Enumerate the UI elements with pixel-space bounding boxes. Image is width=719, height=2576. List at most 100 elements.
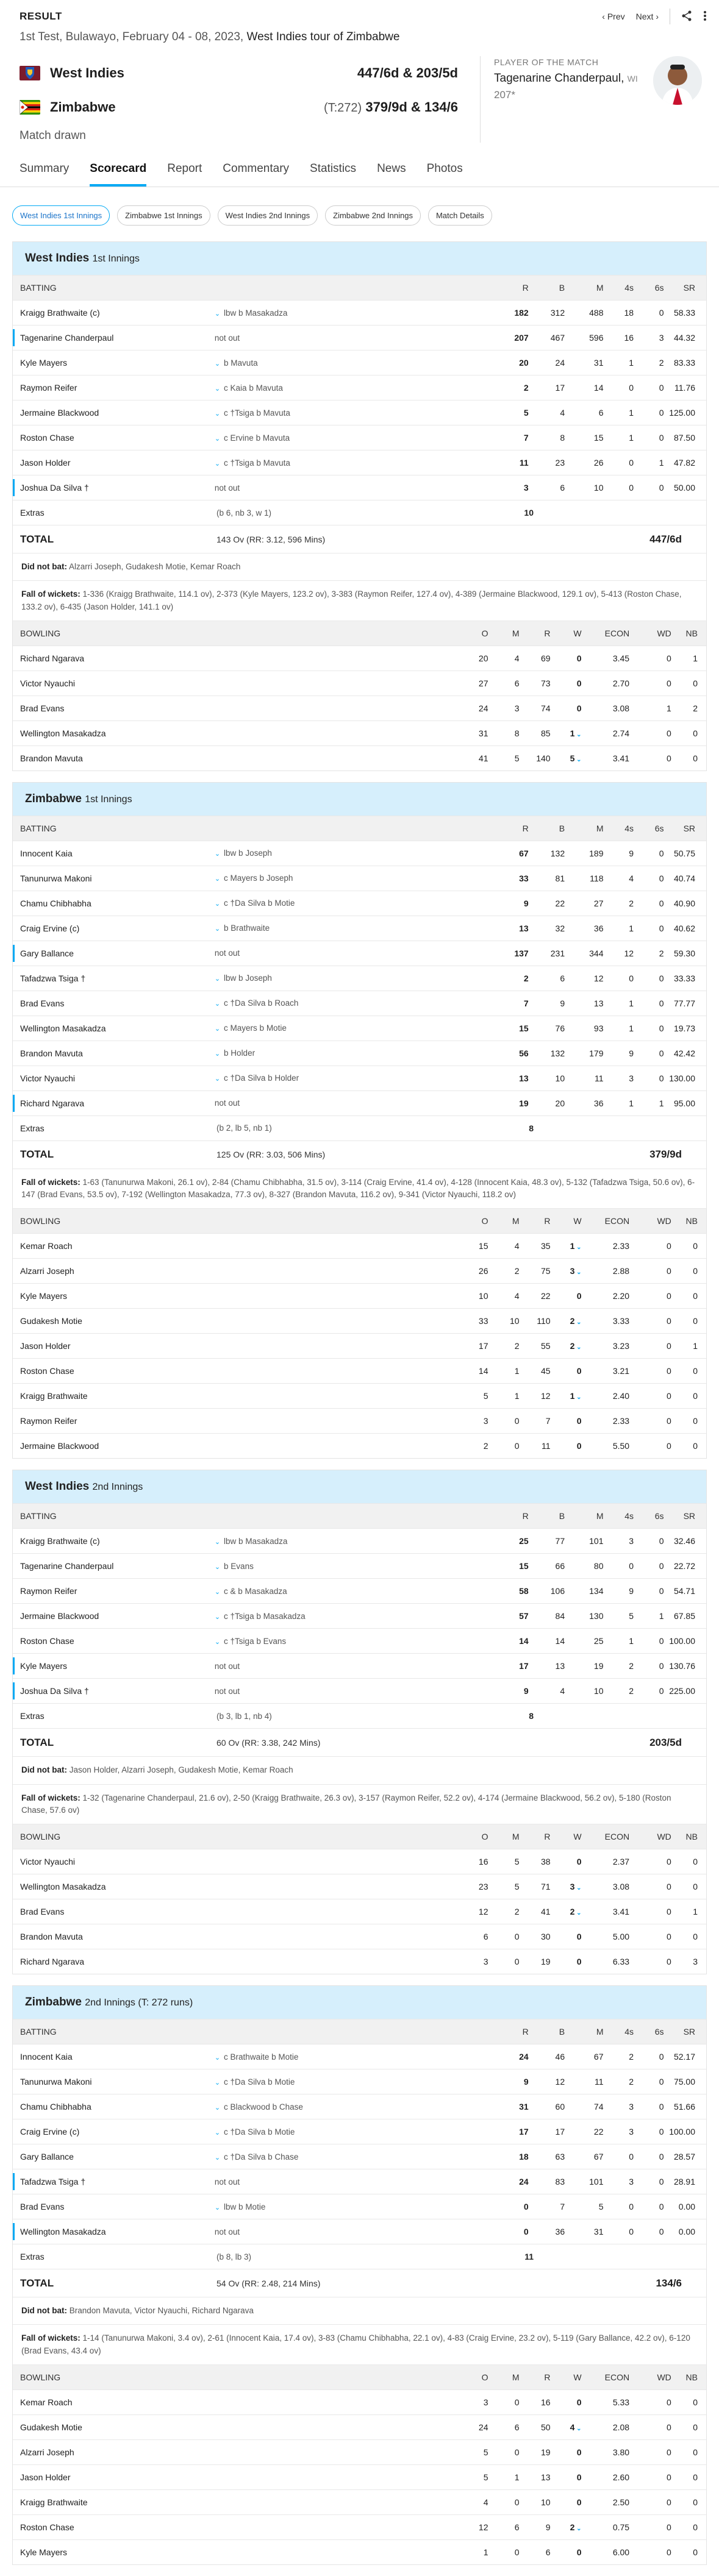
tab-summary[interactable]: Summary [20, 155, 69, 187]
batter-name[interactable]: Gary Ballance [20, 2152, 215, 2161]
batter-name[interactable]: Wellington Masakadza [20, 1023, 215, 1033]
tab-scorecard[interactable]: Scorecard [90, 155, 147, 187]
chevron-down-icon[interactable]: ⌄ [215, 460, 220, 468]
bowler-name[interactable]: Brandon Mavuta [20, 753, 457, 763]
team-row-zimbabwe[interactable]: Zimbabwe (T:272) 379/9d & 134/6 [20, 90, 458, 124]
batter-name[interactable]: Raymon Reifer [20, 383, 215, 393]
chevron-down-icon[interactable]: ⌄ [215, 900, 220, 908]
tab-commentary[interactable]: Commentary [223, 155, 289, 187]
chevron-down-icon[interactable]: ⌄ [574, 731, 581, 738]
chevron-down-icon[interactable]: ⌄ [215, 1564, 220, 1571]
chevron-down-icon[interactable]: ⌄ [215, 2204, 220, 2211]
chevron-down-icon[interactable]: ⌄ [215, 2054, 220, 2062]
series-link[interactable]: West Indies tour of Zimbabwe [246, 30, 399, 43]
chevron-down-icon[interactable]: ⌄ [215, 850, 220, 858]
batter-name[interactable]: Joshua Da Silva † [20, 1686, 215, 1696]
bowler-name[interactable]: Roston Chase [20, 2522, 457, 2532]
chevron-down-icon[interactable]: ⌄ [574, 1244, 581, 1251]
batter-name[interactable]: Craig Ervine (c) [20, 923, 215, 933]
batter-name[interactable]: Joshua Da Silva † [20, 483, 215, 493]
tab-news[interactable]: News [377, 155, 406, 187]
chevron-down-icon[interactable]: ⌄ [574, 1269, 581, 1276]
chevron-down-icon[interactable]: ⌄ [215, 2154, 220, 2161]
chevron-down-icon[interactable]: ⌄ [215, 385, 220, 393]
bowler-name[interactable]: Victor Nyauchi [20, 1857, 457, 1866]
chevron-down-icon[interactable]: ⌄ [574, 1885, 581, 1891]
chevron-down-icon[interactable]: ⌄ [574, 2525, 581, 2532]
batter-name[interactable]: Raymon Reifer [20, 1586, 215, 1596]
bowler-name[interactable]: Raymon Reifer [20, 1416, 457, 1426]
subtab-zimbabwe-2nd-innings[interactable]: Zimbabwe 2nd Innings [325, 205, 421, 226]
batter-name[interactable]: Brad Evans [20, 2202, 215, 2211]
batter-name[interactable]: Jermaine Blackwood [20, 408, 215, 418]
chevron-down-icon[interactable]: ⌄ [215, 1638, 220, 1646]
chevron-down-icon[interactable]: ⌄ [215, 2104, 220, 2112]
bowler-name[interactable]: Kraigg Brathwaite [20, 1391, 457, 1401]
bowler-name[interactable]: Brad Evans [20, 1907, 457, 1916]
subtab-west-indies-2nd-innings[interactable]: West Indies 2nd Innings [217, 205, 318, 226]
chevron-down-icon[interactable]: ⌄ [215, 1025, 220, 1033]
batter-name[interactable]: Tafadzwa Tsiga † [20, 973, 215, 983]
subtab-west-indies-1st-innings[interactable]: West Indies 1st Innings [12, 205, 110, 226]
bowler-name[interactable]: Alzarri Joseph [20, 1266, 457, 1276]
batter-name[interactable]: Kyle Mayers [20, 1661, 215, 1671]
chevron-down-icon[interactable]: ⌄ [215, 1075, 220, 1083]
chevron-down-icon[interactable]: ⌄ [574, 1344, 581, 1351]
bowler-name[interactable]: Kemar Roach [20, 2397, 457, 2407]
chevron-down-icon[interactable]: ⌄ [215, 975, 220, 983]
batter-name[interactable]: Jason Holder [20, 458, 215, 468]
batter-name[interactable]: Kraigg Brathwaite (c) [20, 308, 215, 318]
batter-name[interactable]: Chamu Chibhabha [20, 2102, 215, 2112]
chevron-down-icon[interactable]: ⌄ [574, 1910, 581, 1916]
bowler-name[interactable]: Jason Holder [20, 2472, 457, 2482]
chevron-down-icon[interactable]: ⌄ [215, 360, 220, 368]
batter-name[interactable]: Innocent Kaia [20, 849, 215, 858]
batter-name[interactable]: Kraigg Brathwaite (c) [20, 1536, 215, 1546]
team-row-west-indies[interactable]: West Indies 447/6d & 203/5d [20, 56, 458, 90]
next-button[interactable]: Next › [636, 12, 659, 21]
chevron-down-icon[interactable]: ⌄ [574, 1319, 581, 1326]
subtab-zimbabwe-1st-innings[interactable]: Zimbabwe 1st Innings [117, 205, 210, 226]
chevron-down-icon[interactable]: ⌄ [574, 756, 581, 763]
share-icon[interactable] [681, 10, 692, 23]
chevron-down-icon[interactable]: ⌄ [215, 925, 220, 933]
bowler-name[interactable]: Brad Evans [20, 703, 457, 713]
bowler-name[interactable]: Kemar Roach [20, 1241, 457, 1251]
batter-name[interactable]: Roston Chase [20, 1636, 215, 1646]
batter-name[interactable]: Richard Ngarava [20, 1098, 215, 1108]
tab-photos[interactable]: Photos [427, 155, 463, 187]
batter-name[interactable]: Tagenarine Chanderpaul [20, 1561, 215, 1571]
batter-name[interactable]: Brandon Mavuta [20, 1048, 215, 1058]
chevron-down-icon[interactable]: ⌄ [215, 1050, 220, 1058]
batter-name[interactable]: Innocent Kaia [20, 2052, 215, 2062]
bowler-name[interactable]: Kyle Mayers [20, 1291, 457, 1301]
more-icon[interactable] [703, 10, 707, 23]
bowler-name[interactable]: Alzarri Joseph [20, 2447, 457, 2457]
subtab-match-details[interactable]: Match Details [427, 205, 492, 226]
bowler-name[interactable]: Jermaine Blackwood [20, 1441, 457, 1451]
chevron-down-icon[interactable]: ⌄ [215, 435, 220, 443]
batter-name[interactable]: Roston Chase [20, 433, 215, 443]
chevron-down-icon[interactable]: ⌄ [215, 2129, 220, 2137]
batter-name[interactable]: Jermaine Blackwood [20, 1611, 215, 1621]
bowler-name[interactable]: Brandon Mavuta [20, 1932, 457, 1941]
bowler-name[interactable]: Kyle Mayers [20, 2547, 457, 2557]
bowler-name[interactable]: Roston Chase [20, 1366, 457, 1376]
tab-statistics[interactable]: Statistics [310, 155, 356, 187]
batter-name[interactable]: Victor Nyauchi [20, 1073, 215, 1083]
player-of-the-match[interactable]: PLAYER OF THE MATCH Tagenarine Chanderpa… [480, 56, 707, 143]
batter-name[interactable]: Tafadzwa Tsiga † [20, 2177, 215, 2186]
bowler-name[interactable]: Richard Ngarava [20, 1957, 457, 1966]
chevron-down-icon[interactable]: ⌄ [215, 2079, 220, 2087]
bowler-name[interactable]: Jason Holder [20, 1341, 457, 1351]
chevron-down-icon[interactable]: ⌄ [574, 2425, 581, 2432]
bowler-name[interactable]: Wellington Masakadza [20, 1882, 457, 1891]
batter-name[interactable]: Brad Evans [20, 998, 215, 1008]
bowler-name[interactable]: Victor Nyauchi [20, 678, 457, 688]
batter-name[interactable]: Tagenarine Chanderpaul [20, 333, 215, 343]
bowler-name[interactable]: Kraigg Brathwaite [20, 2497, 457, 2507]
prev-button[interactable]: ‹ Prev [602, 12, 624, 21]
chevron-down-icon[interactable]: ⌄ [215, 1589, 220, 1596]
chevron-down-icon[interactable]: ⌄ [574, 1394, 581, 1401]
batter-name[interactable]: Tanunurwa Makoni [20, 2077, 215, 2087]
